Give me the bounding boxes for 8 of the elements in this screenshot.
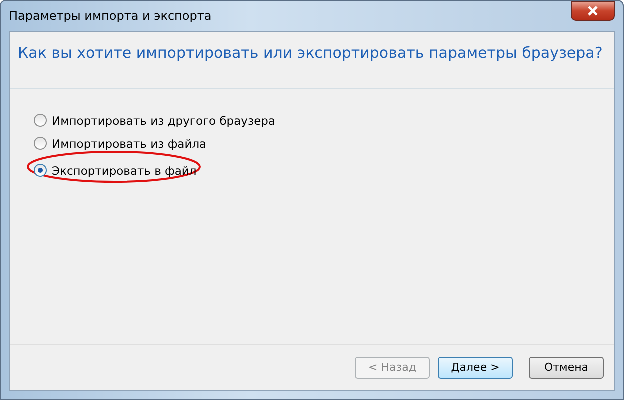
radio-option[interactable]: Импортировать из файла bbox=[34, 136, 207, 150]
close-icon bbox=[587, 6, 599, 16]
dialog-button[interactable]: Отмена bbox=[529, 356, 604, 378]
dialog-heading: Как вы хотите импортировать или экспортировать параметры браузера? bbox=[18, 44, 603, 62]
close-button[interactable] bbox=[571, 1, 615, 21]
dialog-button[interactable]: Далее > bbox=[438, 356, 513, 378]
radio-option[interactable]: Импортировать из другого браузера bbox=[34, 114, 276, 128]
window-title: Параметры импорта и экспорта bbox=[9, 9, 212, 23]
